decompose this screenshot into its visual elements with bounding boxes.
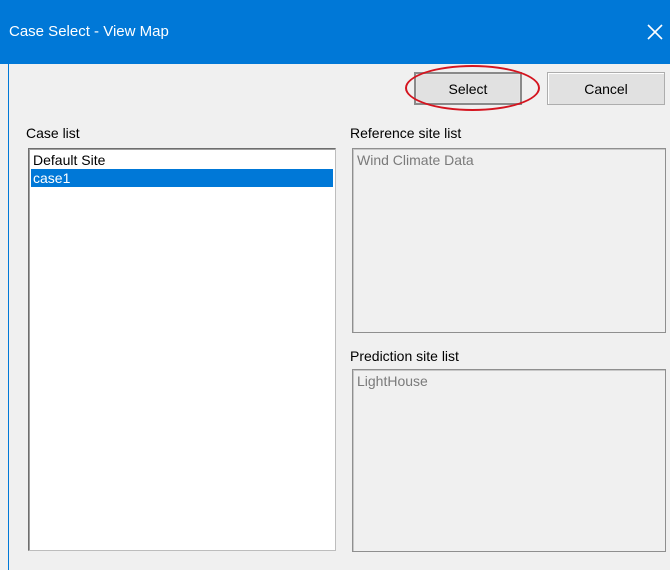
list-item[interactable]: Wind Climate Data — [355, 151, 663, 169]
list-item[interactable]: Default Site — [31, 151, 333, 169]
list-item[interactable]: case1 — [31, 169, 333, 187]
dialog-body: Select Cancel Case list Default Site cas… — [8, 64, 670, 570]
case-list[interactable]: Default Site case1 — [28, 148, 336, 551]
close-icon — [647, 24, 663, 40]
case-select-dialog: Case Select - View Map Select Cancel Cas… — [0, 0, 670, 570]
case-list-label: Case list — [26, 125, 80, 141]
select-button[interactable]: Select — [414, 72, 522, 105]
list-item[interactable]: LightHouse — [355, 372, 663, 390]
prediction-site-list-label: Prediction site list — [350, 348, 459, 364]
reference-site-list-label: Reference site list — [350, 125, 462, 141]
reference-site-list[interactable]: Wind Climate Data — [352, 148, 666, 333]
window-title: Case Select - View Map — [9, 23, 169, 40]
title-bar[interactable]: Case Select - View Map — [0, 0, 670, 64]
cancel-button[interactable]: Cancel — [547, 72, 665, 105]
close-button[interactable] — [640, 14, 670, 50]
prediction-site-list[interactable]: LightHouse — [352, 369, 666, 552]
